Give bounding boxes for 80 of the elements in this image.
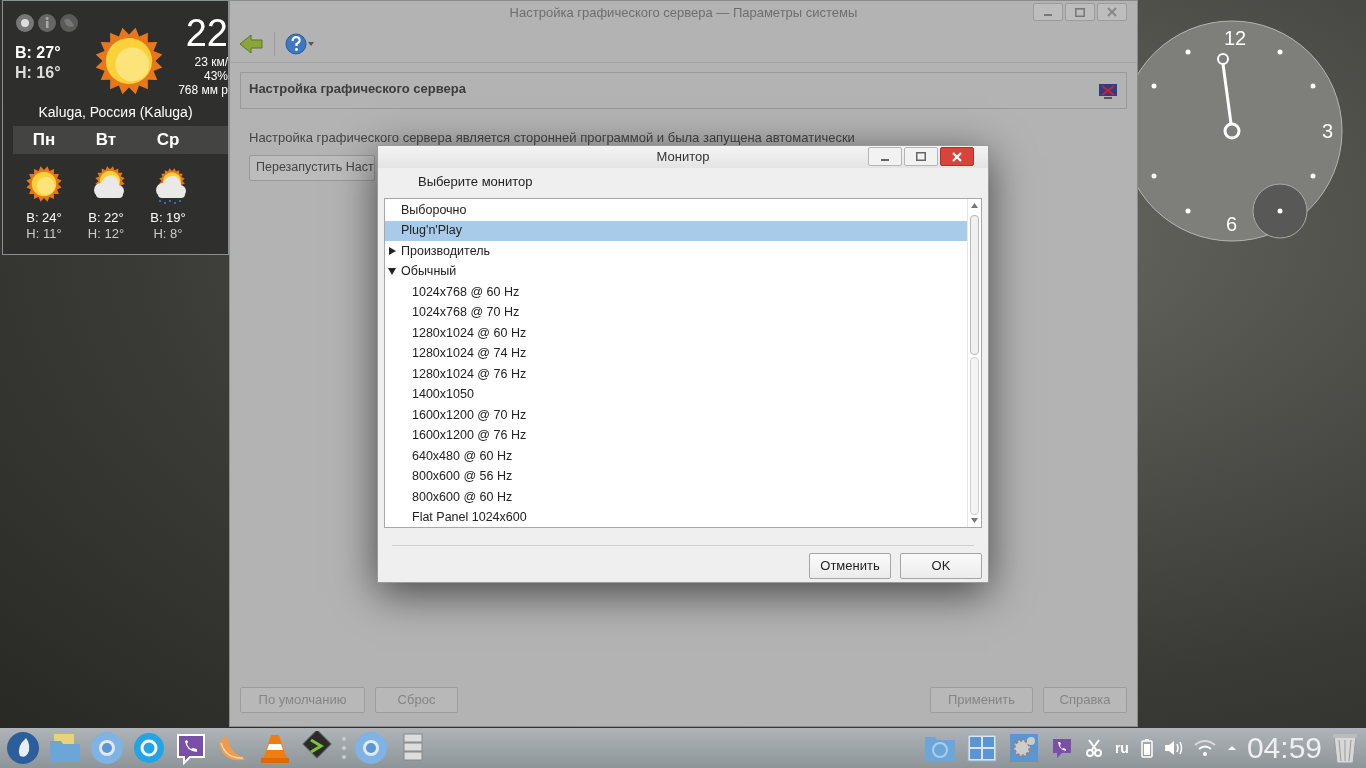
tree-item[interactable]: 1600x1200 @ 70 Hz bbox=[385, 405, 967, 426]
forecast-high: В: 19° bbox=[150, 210, 186, 226]
window-grid-icon[interactable] bbox=[964, 731, 999, 765]
clock-numeral: 6 bbox=[1226, 212, 1238, 236]
tree-item[interactable]: 1400x1050 bbox=[385, 384, 967, 405]
info-icon[interactable] bbox=[37, 13, 57, 33]
pressure: 768 мм р bbox=[178, 83, 228, 97]
close-button[interactable] bbox=[940, 147, 974, 166]
tree-item[interactable]: Plug'n'Play bbox=[385, 220, 967, 241]
minimize-icon bbox=[1044, 14, 1052, 16]
maximize-icon bbox=[1075, 7, 1085, 17]
tree-item[interactable]: 1024x768 @ 70 Hz bbox=[385, 302, 967, 323]
scrollbar[interactable] bbox=[967, 199, 981, 527]
tree-item[interactable]: Обычный bbox=[385, 261, 967, 282]
forecast-high: В: 24° bbox=[26, 210, 62, 226]
tree-item[interactable]: 1280x1024 @ 60 Hz bbox=[385, 323, 967, 344]
monitor-icon bbox=[1098, 81, 1118, 100]
expand-tray-icon[interactable] bbox=[1226, 743, 1237, 753]
minimize-button[interactable] bbox=[868, 147, 902, 166]
help-button[interactable] bbox=[285, 31, 317, 56]
high-temperature: В: 27° bbox=[15, 43, 62, 63]
sun-icon bbox=[93, 25, 165, 97]
minimize-button[interactable] bbox=[1033, 3, 1063, 21]
folder-icon[interactable] bbox=[48, 731, 82, 765]
forecast-low: Н: 8° bbox=[153, 226, 183, 242]
sun-button-icon[interactable] bbox=[15, 13, 35, 33]
trash-icon[interactable] bbox=[1330, 731, 1360, 765]
forecast-low: Н: 12° bbox=[87, 226, 125, 242]
collapsed-arrow-icon[interactable] bbox=[388, 246, 397, 256]
ok-button[interactable]: OK bbox=[900, 553, 982, 579]
forecast-low: Н: 11° bbox=[26, 226, 62, 242]
info-message: Настройка графического сервера является сторонней программой и была запущена автоматически bbox=[249, 129, 856, 147]
maximize-icon bbox=[916, 152, 926, 161]
tree-item[interactable]: 800x600 @ 60 Hz bbox=[385, 487, 967, 508]
page-heading: Настройка графического сервера bbox=[249, 79, 466, 98]
tree-item[interactable]: Flat Panel 1024x600 bbox=[385, 507, 967, 527]
scissors-icon[interactable] bbox=[1084, 738, 1103, 758]
back-arrow-icon[interactable] bbox=[238, 32, 264, 55]
humidity: 43% bbox=[203, 69, 228, 83]
window-title: Настройка графического сервера — Параметры системы bbox=[509, 4, 858, 23]
volume-icon[interactable] bbox=[1162, 738, 1185, 758]
day-label: Пн bbox=[31, 129, 57, 151]
tree-item[interactable]: Выборочно bbox=[385, 200, 967, 221]
tree-item[interactable]: 1024x768 @ 60 Hz bbox=[385, 282, 967, 303]
restart-button[interactable]: Перезапустить Наст bbox=[249, 154, 375, 181]
wifi-icon[interactable] bbox=[1192, 738, 1217, 758]
close-icon bbox=[1107, 7, 1117, 17]
browser-icon[interactable] bbox=[90, 731, 124, 765]
sun-icon bbox=[24, 164, 64, 204]
forecast-high: В: 22° bbox=[88, 210, 124, 226]
tree-item[interactable]: Производитель bbox=[385, 241, 967, 262]
wind-speed: 23 км/ bbox=[194, 55, 228, 69]
help-icon bbox=[285, 31, 317, 56]
close-icon bbox=[952, 151, 962, 162]
day-label: Ср bbox=[155, 129, 181, 151]
expanded-arrow-icon[interactable] bbox=[388, 267, 397, 277]
day-label: Вт bbox=[94, 129, 118, 151]
current-temperature: 22 bbox=[185, 13, 228, 53]
tree-item[interactable]: 1600x1200 @ 76 Hz bbox=[385, 425, 967, 446]
scroll-down-icon[interactable] bbox=[970, 515, 979, 525]
dialog-title: Монитор bbox=[656, 148, 710, 167]
scroll-up-icon[interactable] bbox=[970, 201, 979, 211]
clock-numeral: 12 bbox=[1224, 26, 1247, 50]
drop-icon[interactable] bbox=[6, 731, 40, 765]
battery-icon[interactable] bbox=[1140, 738, 1153, 758]
minimize-icon bbox=[881, 158, 889, 161]
phone-bubble-icon[interactable] bbox=[1050, 737, 1073, 759]
tree-item[interactable]: 640x480 @ 60 Hz bbox=[385, 446, 967, 467]
maximize-button[interactable] bbox=[1065, 3, 1095, 21]
prompt-label: Выберите монитор bbox=[418, 173, 534, 190]
browser-icon[interactable] bbox=[354, 731, 388, 765]
tree-item[interactable]: 1280x1024 @ 76 Hz bbox=[385, 364, 967, 385]
location: Kaluga, Россия (Kaluga) bbox=[37, 103, 194, 121]
clock-numeral: 3 bbox=[1322, 119, 1334, 143]
low-temperature: Н: 16° bbox=[15, 63, 62, 83]
tree-item[interactable]: 1280x1024 @ 74 Hz bbox=[385, 343, 967, 364]
phone-bubble-icon[interactable] bbox=[174, 731, 208, 765]
tree-item[interactable]: 800x600 @ 56 Hz bbox=[385, 466, 967, 487]
maximize-button[interactable] bbox=[904, 147, 938, 166]
cancel-button[interactable]: Отменить bbox=[809, 553, 891, 579]
